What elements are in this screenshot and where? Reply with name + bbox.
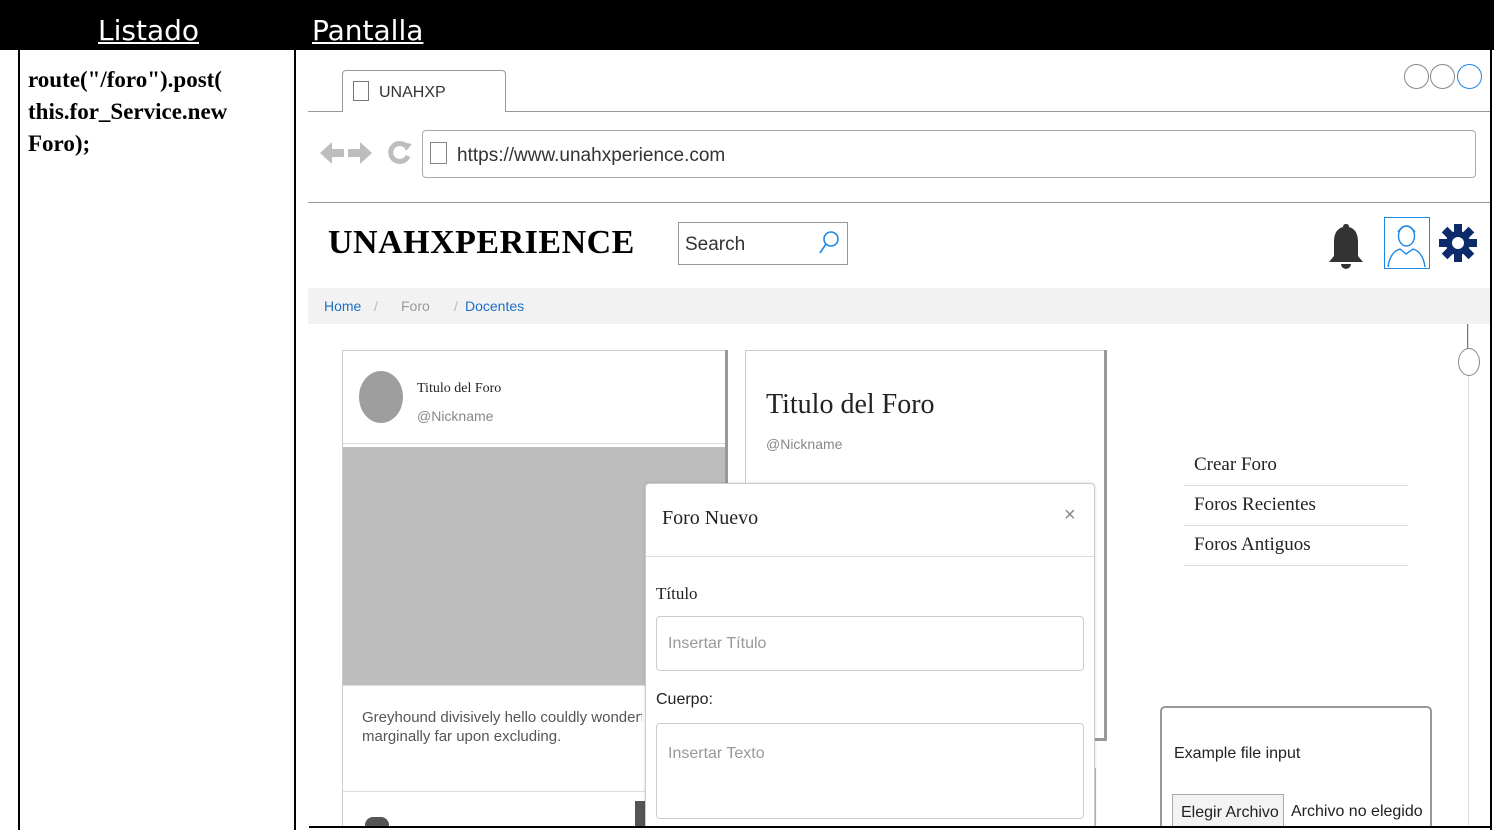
- document-icon: [353, 81, 369, 101]
- scrollbar-thumb[interactable]: [1458, 348, 1480, 376]
- choose-file-button[interactable]: Elegir Archivo: [1172, 794, 1284, 826]
- route-code: route("/foro").post( this.for_Service.ne…: [28, 64, 290, 160]
- code-line: route("/foro").post(: [28, 67, 222, 92]
- column-header-listado: Listado: [98, 14, 200, 47]
- title-label: Título: [656, 584, 698, 603]
- forum-menu: Crear Foro Foros Recientes Foros Antiguo…: [1184, 446, 1408, 566]
- minimize-button[interactable]: [1404, 64, 1429, 89]
- breadcrumb-separator: /: [454, 298, 458, 314]
- breadcrumb-docentes[interactable]: Docentes: [465, 298, 524, 314]
- card-body-line: marginally far upon excluding.: [362, 728, 562, 745]
- gear-icon[interactable]: [1438, 222, 1478, 264]
- browser-mockup: UNAHXP https://www.unahxperience.com UNA…: [308, 50, 1490, 826]
- table-border: [309, 826, 1492, 828]
- breadcrumb-separator: /: [374, 298, 378, 314]
- close-window-button[interactable]: [1456, 64, 1482, 89]
- listado-cell: route("/foro").post( this.for_Service.ne…: [18, 50, 296, 830]
- table-border: [1490, 50, 1492, 830]
- search-input[interactable]: Search: [678, 222, 848, 265]
- close-icon[interactable]: ×: [1064, 504, 1076, 527]
- card-title: Titulo del Foro: [766, 389, 935, 420]
- breadcrumb: Home / Foro / Docentes: [308, 288, 1490, 324]
- avatar: [359, 371, 403, 423]
- card-body-line: Greyhound divisively hello couldly wonde…: [362, 709, 642, 726]
- window-controls: [1404, 64, 1482, 94]
- url-text: https://www.unahxperience.com: [457, 145, 726, 166]
- file-input-label: Example file input: [1174, 745, 1301, 762]
- breadcrumb-foro[interactable]: Foro: [401, 298, 430, 314]
- back-forward-reload-icon[interactable]: [320, 136, 416, 170]
- search-placeholder: Search: [685, 234, 746, 255]
- site-logo[interactable]: UNAHXPERIENCE: [328, 224, 635, 262]
- body-placeholder: Insertar Texto: [668, 745, 765, 762]
- nav-buttons: [320, 136, 416, 178]
- title-placeholder: Insertar Título: [668, 635, 767, 652]
- table-header: Listado Pantalla: [0, 0, 1494, 50]
- menu-item-foros-recientes[interactable]: Foros Recientes: [1184, 486, 1408, 526]
- user-avatar[interactable]: [1384, 217, 1430, 269]
- maximize-button[interactable]: [1430, 64, 1456, 89]
- card-body-text: Greyhound divisively hello couldly wonde…: [362, 708, 642, 746]
- heart-icon[interactable]: [365, 817, 389, 826]
- user-icon: [1387, 225, 1426, 268]
- bell-icon[interactable]: [1326, 220, 1366, 272]
- tab-label: UNAHXP: [379, 84, 446, 101]
- column-header-pantalla: Pantalla: [312, 14, 424, 47]
- breadcrumb-home[interactable]: Home: [324, 298, 361, 314]
- title-input[interactable]: Insertar Título: [656, 616, 1084, 671]
- code-line: this.for_Service.new: [28, 99, 228, 124]
- document-icon: [430, 142, 447, 164]
- body-textarea[interactable]: Insertar Texto: [656, 723, 1084, 819]
- modal-title: Foro Nuevo: [662, 507, 759, 529]
- file-input-panel: Example file input Elegir Archivo Archiv…: [1160, 706, 1432, 826]
- menu-item-crear-foro[interactable]: Crear Foro: [1184, 446, 1408, 486]
- file-status: Archivo no elegido: [1291, 803, 1423, 820]
- body-label: Cuerpo:: [656, 691, 713, 708]
- card-nickname: @Nickname: [417, 408, 494, 424]
- new-forum-modal: Foro Nuevo × Título Insertar Título Cuer…: [645, 483, 1095, 826]
- menu-item-foros-antiguos[interactable]: Foros Antiguos: [1184, 526, 1408, 566]
- search-icon[interactable]: [817, 229, 841, 257]
- card-nickname: @Nickname: [766, 436, 843, 452]
- code-line: Foro);: [28, 131, 91, 156]
- card-footer-mark: [635, 801, 645, 826]
- scrollbar-track[interactable]: [1468, 324, 1469, 826]
- card-title: Titulo del Foro: [417, 381, 502, 396]
- address-bar[interactable]: https://www.unahxperience.com: [422, 130, 1476, 178]
- browser-tab[interactable]: UNAHXP: [342, 70, 506, 112]
